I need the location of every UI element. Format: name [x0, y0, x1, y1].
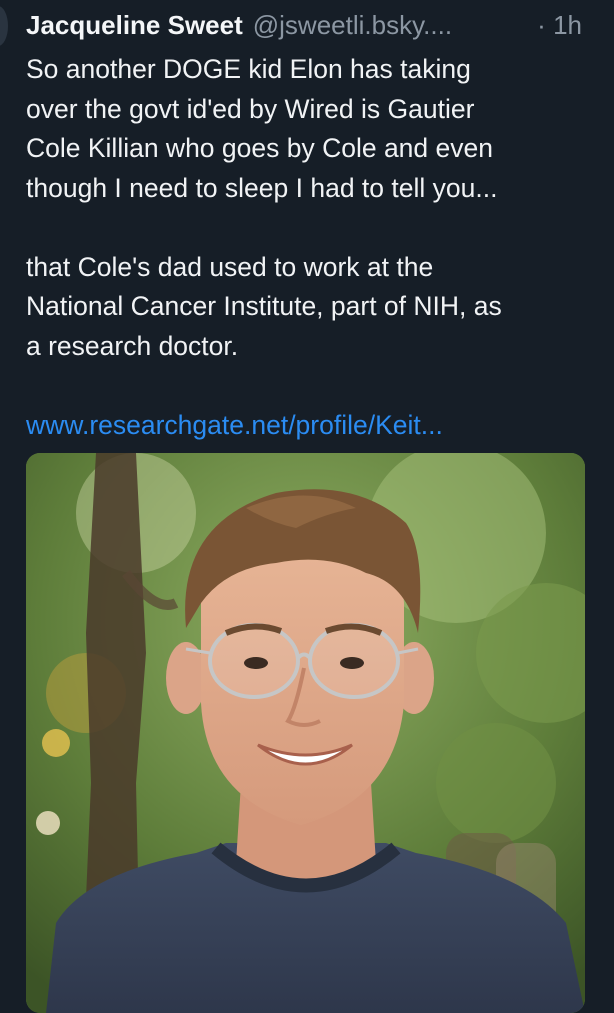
avatar[interactable] [0, 6, 8, 46]
timestamp-separator: · [537, 10, 546, 40]
timestamp-text: 1h [553, 10, 582, 40]
post-timestamp[interactable]: · 1h [537, 10, 582, 41]
post-paragraph-2: that Cole's dad used to work at the Nati… [26, 251, 502, 361]
post-header: Jacqueline Sweet @jsweetli.bsky.... · 1h [26, 10, 596, 44]
post-paragraph-1: So another DOGE kid Elon has taking over… [26, 54, 498, 203]
post-text: So another DOGE kid Elon has taking over… [26, 50, 596, 445]
post-link[interactable]: www.researchgate.net/profile/Keit... [26, 406, 596, 446]
post-image[interactable] [26, 453, 585, 1013]
author-handle[interactable]: @jsweetli.bsky.... [253, 10, 452, 41]
author-name[interactable]: Jacqueline Sweet [26, 10, 243, 41]
portrait-photo [26, 453, 585, 1013]
